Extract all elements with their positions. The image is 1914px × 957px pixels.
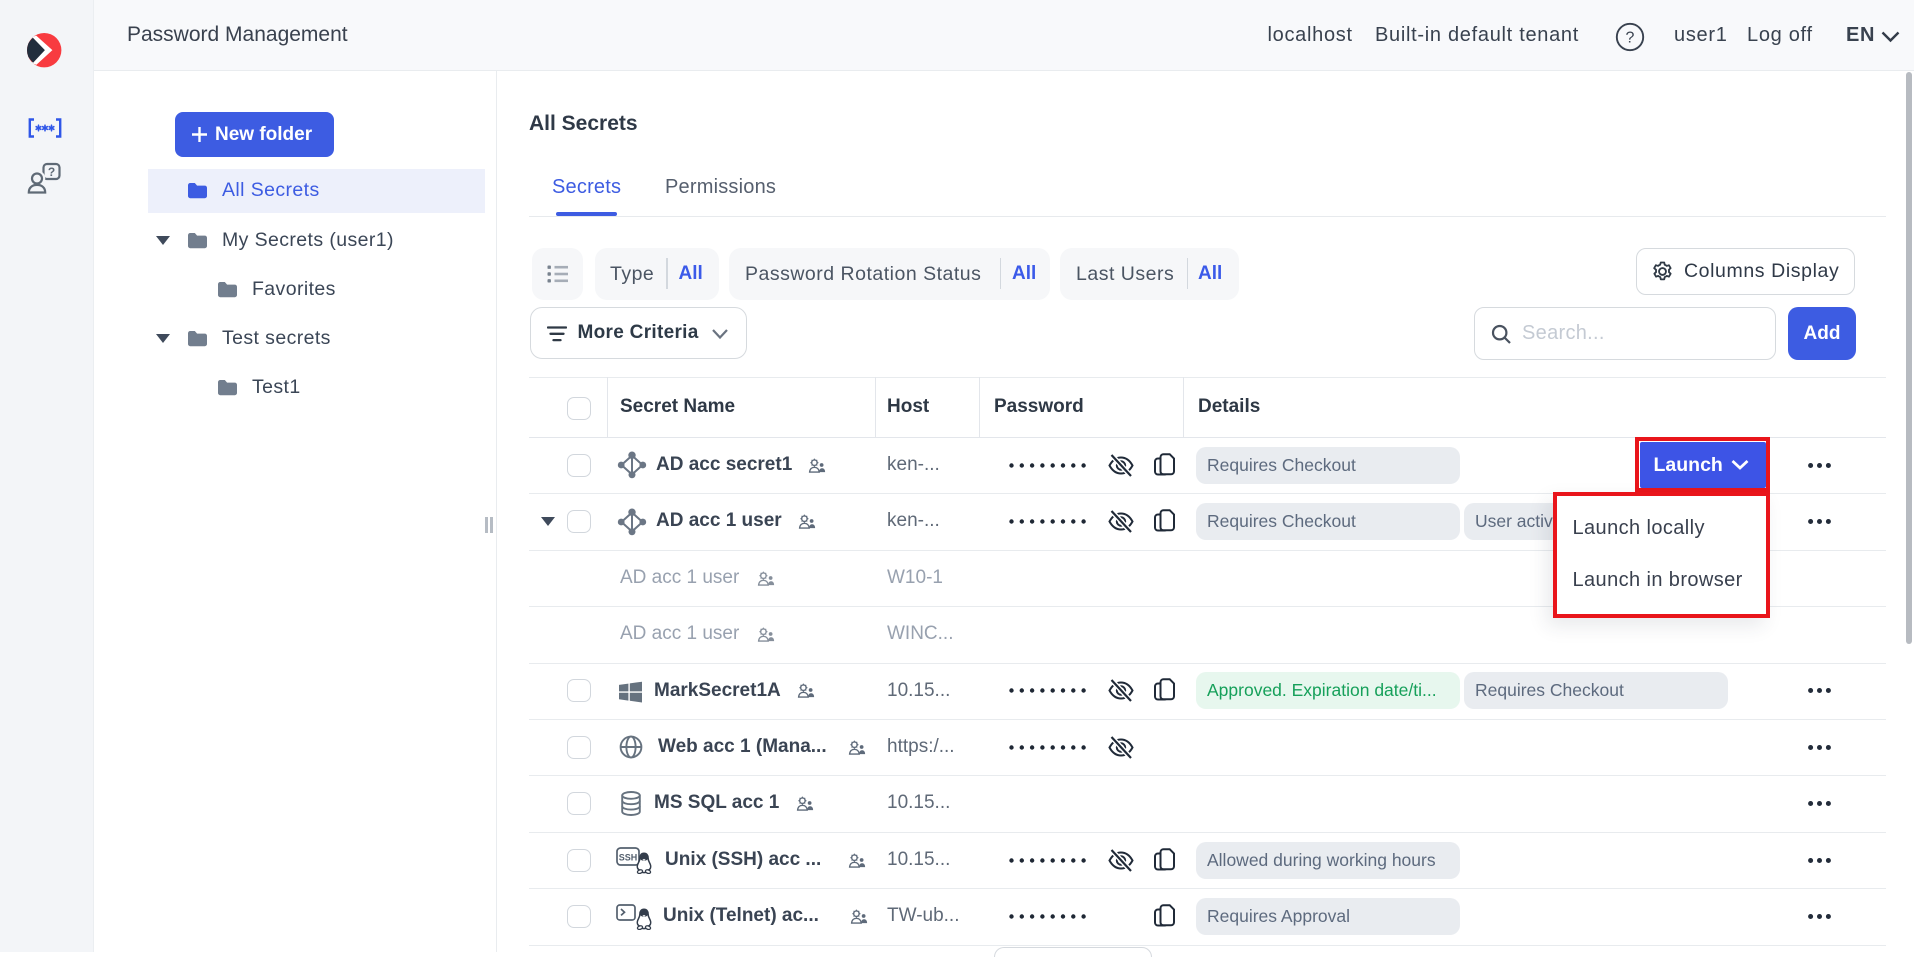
svg-text:?: ? [48,165,55,179]
svg-text:?: ? [1626,30,1635,47]
